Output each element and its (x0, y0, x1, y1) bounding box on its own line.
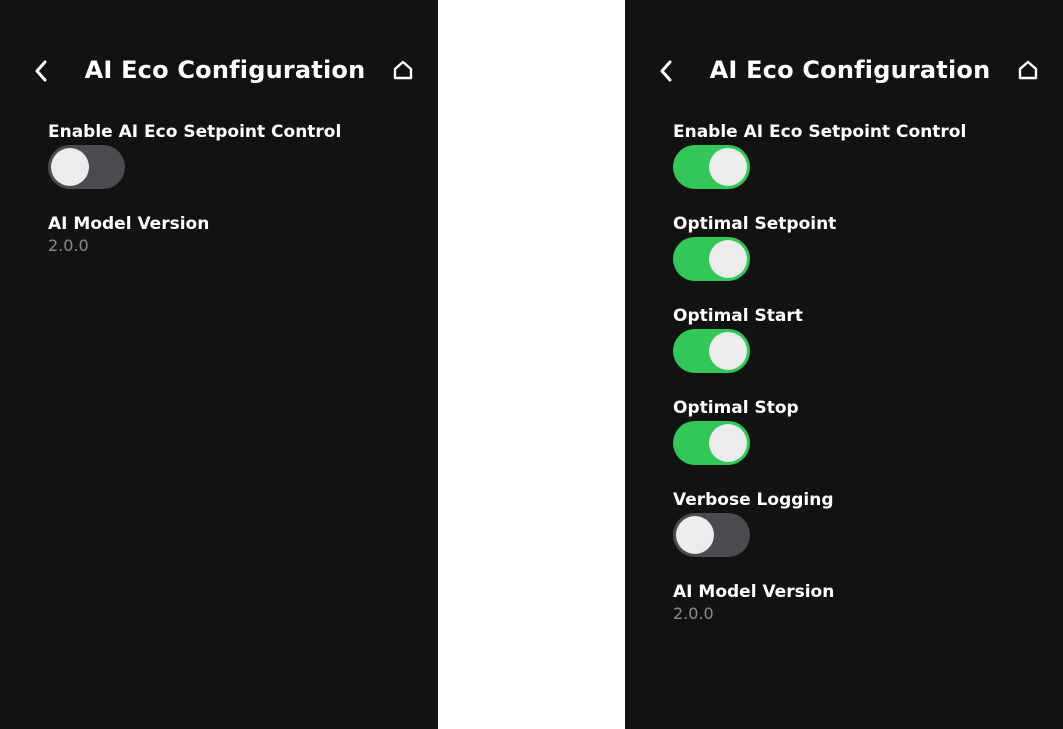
toggle-knob (709, 148, 747, 186)
model-version-value: 2.0.0 (673, 604, 714, 623)
toggle-knob (709, 240, 747, 278)
toggle-switch[interactable] (673, 145, 750, 189)
page-title: AI Eco Configuration (84, 56, 366, 84)
setting-label: Optimal Setpoint (673, 214, 837, 234)
settings-screen-right: AI Eco Configuration Enable AI Eco Setpo… (625, 0, 1063, 729)
page-title: AI Eco Configuration (709, 56, 991, 84)
toggle-knob (676, 516, 714, 554)
home-icon (1018, 60, 1038, 80)
setting-enable-ai-eco: Enable AI Eco Setpoint Control (673, 121, 1053, 213)
toggle-knob (709, 332, 747, 370)
toggle-knob (709, 424, 747, 462)
setting-optimal-setpoint: Optimal Setpoint (673, 213, 1053, 305)
setting-label: Verbose Logging (673, 490, 834, 510)
toggle-switch[interactable] (673, 329, 750, 373)
setting-verbose-logging: Verbose Logging (673, 489, 1053, 581)
home-button[interactable] (389, 54, 419, 88)
model-version-value: 2.0.0 (48, 236, 89, 255)
header: AI Eco Configuration (0, 52, 438, 92)
toggle-switch[interactable] (48, 145, 125, 189)
toggle-switch[interactable] (673, 513, 750, 557)
settings-list: Enable AI Eco Setpoint Control AI Model … (48, 121, 428, 257)
setting-label: Enable AI Eco Setpoint Control (673, 122, 967, 142)
setting-label: Optimal Stop (673, 398, 799, 418)
header: AI Eco Configuration (625, 52, 1063, 92)
setting-label: Enable AI Eco Setpoint Control (48, 122, 342, 142)
home-icon (393, 60, 413, 80)
setting-optimal-stop: Optimal Stop (673, 397, 1053, 489)
model-version-label: AI Model Version (673, 582, 835, 602)
setting-enable-ai-eco: Enable AI Eco Setpoint Control (48, 121, 428, 213)
model-version-block: AI Model Version 2.0.0 (673, 581, 1053, 625)
home-button[interactable] (1014, 54, 1044, 88)
settings-list: Enable AI Eco Setpoint Control Optimal S… (673, 121, 1053, 625)
model-version-block: AI Model Version 2.0.0 (48, 213, 428, 257)
setting-optimal-start: Optimal Start (673, 305, 1053, 397)
settings-screen-left: AI Eco Configuration Enable AI Eco Setpo… (0, 0, 438, 729)
setting-label: Optimal Start (673, 306, 803, 326)
model-version-label: AI Model Version (48, 214, 210, 234)
toggle-switch[interactable] (673, 421, 750, 465)
toggle-switch[interactable] (673, 237, 750, 281)
toggle-knob (51, 148, 89, 186)
